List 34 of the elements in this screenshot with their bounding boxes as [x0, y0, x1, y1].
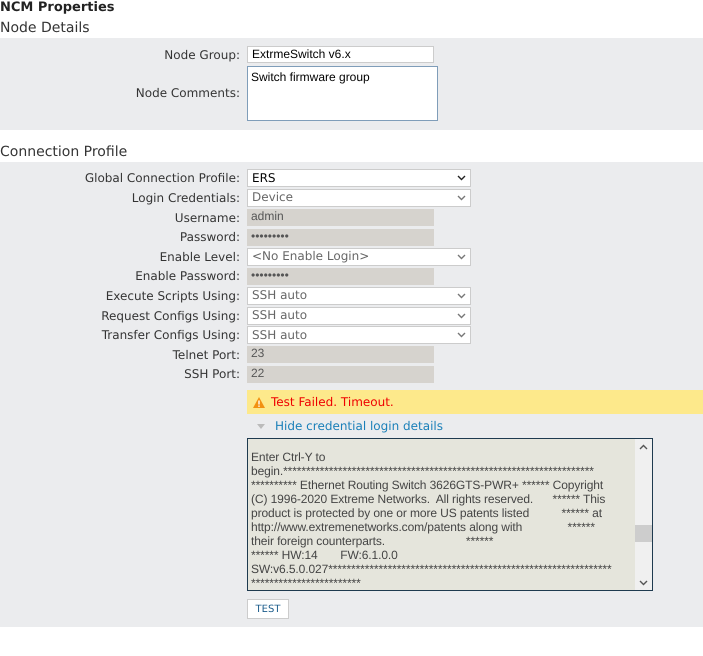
test-button[interactable]: TEST: [247, 599, 289, 620]
error-message: Test Failed. Timeout.: [271, 395, 394, 410]
chevron-down-icon: [457, 312, 466, 319]
scroll-down-icon[interactable]: [639, 580, 648, 586]
chevron-down-icon: [457, 254, 466, 260]
field-label: Transfer Configs Using:: [100, 328, 240, 342]
field-label: Login Credentials:: [130, 190, 240, 205]
chevron-down-icon: [457, 194, 466, 201]
log-text: Enter Ctrl-Y to begin.******************************************************************** ********** Ethernet Routing Switch 3626GTS-PWR+ ****** Copyright (C) 1996-2020 Extreme Networks. All rights reserved. ****** This product is protected by one or more US patents listed ****** at http://www.extremenetworks.com/patents along with ****** their foreign counterparts. ****** ****** HW:14 FW:6.1.0.0 SW:v6.5.0.027************************************************************** ************************: [250, 449, 613, 590]
chevron-down-icon: [457, 332, 466, 338]
warning-icon: [253, 396, 265, 408]
section-title: Node Details: [0, 19, 91, 38]
chevron-down-icon: [457, 292, 466, 299]
section-title: Connection Profile: [0, 142, 128, 162]
scroll-up-icon[interactable]: [639, 444, 648, 450]
field-label: Password:: [178, 230, 240, 244]
field-label: Enable Password:: [134, 269, 240, 284]
field-label: Enable Level:: [158, 250, 240, 264]
hide-details-link[interactable]: Hide credential login details: [275, 419, 443, 434]
field-label: Username:: [174, 210, 240, 225]
comments-field[interactable]: Switch firmware group: [247, 66, 438, 121]
text-field[interactable]: ExtrmeSwitch v6.x: [247, 46, 434, 64]
field-label: Request Configs Using:: [100, 308, 240, 323]
field-label: SSH Port:: [183, 367, 240, 382]
field-label: Global Connection Profile:: [84, 171, 240, 186]
field-label: Node Comments:: [134, 86, 240, 100]
field-label: Execute Scripts Using:: [104, 288, 240, 303]
field-label: Telnet Port:: [172, 348, 240, 362]
field-label: Node Group:: [163, 48, 240, 62]
chevron-down-icon: [457, 175, 466, 182]
page-title: NCM Properties: [0, 0, 116, 17]
scrollbar-thumb[interactable]: [635, 525, 652, 542]
dropdown[interactable]: ERS: [247, 169, 471, 188]
scrollbar[interactable]: [635, 439, 652, 590]
